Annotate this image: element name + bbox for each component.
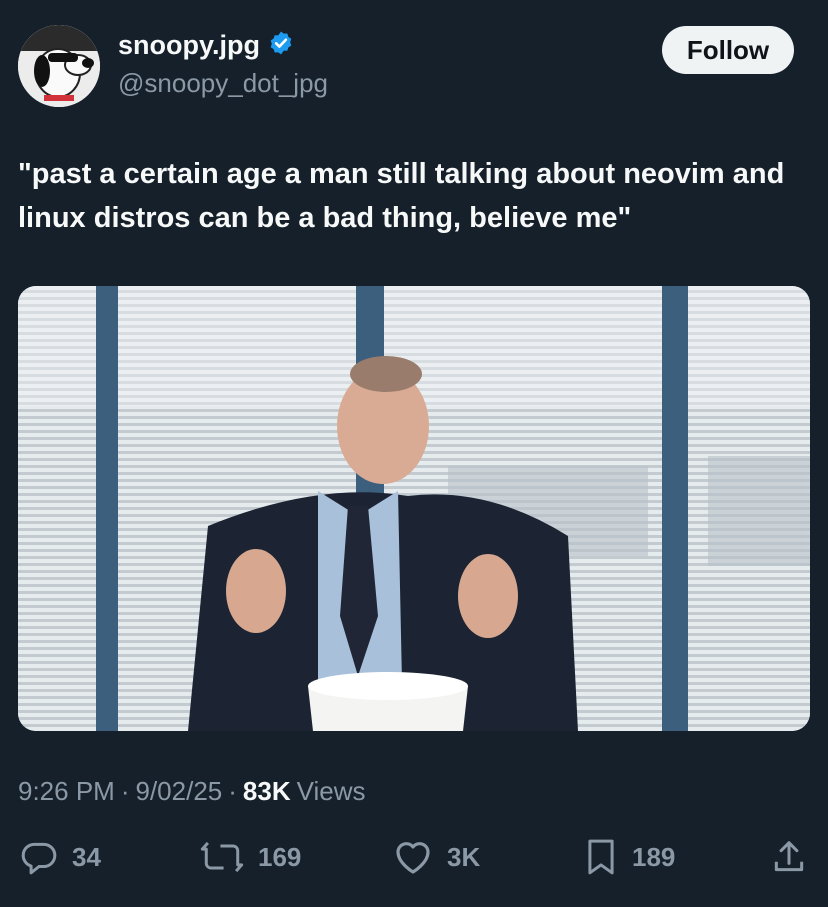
meta-separator: · — [228, 776, 237, 806]
tweet-meta: 9:26 PM · 9/02/25 · 83K Views — [18, 776, 366, 807]
bookmark-button[interactable]: 189 — [584, 838, 675, 876]
photo-office-man — [18, 286, 810, 731]
tweet-actions-bar: 34 169 3K 189 — [0, 838, 828, 882]
tweet-time[interactable]: 9:26 PM — [18, 776, 115, 807]
reply-button[interactable]: 34 — [20, 838, 101, 876]
views-label: Views — [296, 776, 366, 806]
share-button[interactable] — [770, 838, 808, 876]
verified-badge-icon — [268, 30, 294, 61]
reply-icon — [20, 838, 58, 876]
share-icon — [770, 838, 808, 876]
avatar[interactable] — [18, 25, 100, 107]
repost-button[interactable]: 169 — [200, 838, 301, 876]
author-handle[interactable]: @snoopy_dot_jpg — [118, 68, 328, 99]
repost-count: 169 — [258, 841, 302, 872]
tweet-text: "past a certain age a man still talking … — [18, 158, 785, 234]
bookmark-count: 189 — [632, 841, 676, 872]
author-display-name[interactable]: snoopy.jpg — [118, 30, 260, 61]
meta-separator: · — [120, 776, 130, 806]
repost-icon — [200, 838, 244, 876]
like-button[interactable]: 3K — [393, 838, 480, 876]
tweet-date[interactable]: 9/02/25 — [136, 776, 223, 807]
reply-count: 34 — [72, 841, 101, 872]
heart-icon — [393, 838, 433, 876]
bookmark-icon — [584, 838, 618, 876]
like-count: 3K — [447, 841, 481, 872]
tweet-media-photo[interactable] — [18, 286, 810, 731]
follow-button[interactable]: Follow — [662, 26, 794, 74]
author-name-row[interactable]: snoopy.jpg — [118, 30, 294, 61]
snoopy-avatar-image — [18, 25, 100, 107]
views-count: 83K — [242, 776, 291, 806]
